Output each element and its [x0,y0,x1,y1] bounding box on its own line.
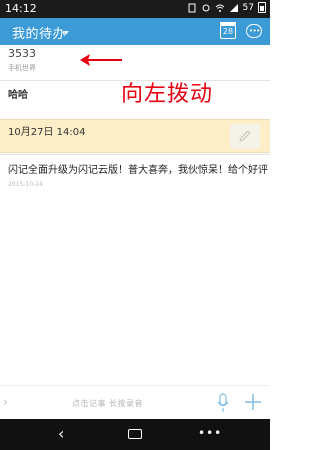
list-item-title: 哈哈 [8,90,28,101]
navigation-bar: ‹ ••• [0,419,270,450]
app-bar: 我的待办 28 ••• [0,18,270,45]
edit-button[interactable] [230,124,260,149]
microphone-icon[interactable] [216,393,230,413]
battery-level: 57 [242,2,254,13]
home-button[interactable] [128,429,142,439]
calendar-day: 28 [222,27,234,36]
note-text[interactable]: 闪记全面升级为闪记云版！普大喜奔，我伙惊呆！给个好评 [8,161,268,176]
back-button[interactable]: ‹ [58,424,64,443]
arrow-left-icon [80,54,122,66]
calendar-button[interactable]: 28 [220,22,236,39]
chevron-right-icon[interactable]: › [3,395,8,409]
battery-icon [258,2,266,13]
pencil-icon [239,130,251,142]
list-item-subtitle: 手机世界 [8,64,36,72]
bottom-input-bar: › 点击记事 长按录音 [0,385,270,419]
notification-icon [202,4,210,11]
divider [0,154,270,155]
signal-icon [229,3,238,12]
plus-icon[interactable] [244,393,262,411]
wifi-icon [215,4,224,12]
status-bar: 14:12 57 [0,0,270,18]
page-title[interactable]: 我的待办 [12,23,66,42]
list-item-date: 10月27日 14:04 [8,127,86,138]
input-hint[interactable]: 点击记事 长按录音 [72,398,143,409]
status-time: 14:12 [5,2,37,15]
menu-button[interactable]: ••• [198,426,222,440]
more-options-button[interactable]: ••• [246,24,262,38]
sim-card-icon [188,3,196,12]
note-date: 2015-10-24 [8,181,43,188]
status-icons: 57 [187,2,266,13]
chevron-down-icon[interactable] [63,31,69,35]
swipe-annotation: 向左拨动 [121,82,214,107]
list-item-title: 3533 [8,47,36,60]
calendar-icon [220,22,236,26]
list-item[interactable]: 3533 手机世界 [0,45,270,79]
more-icon: ••• [249,27,260,35]
